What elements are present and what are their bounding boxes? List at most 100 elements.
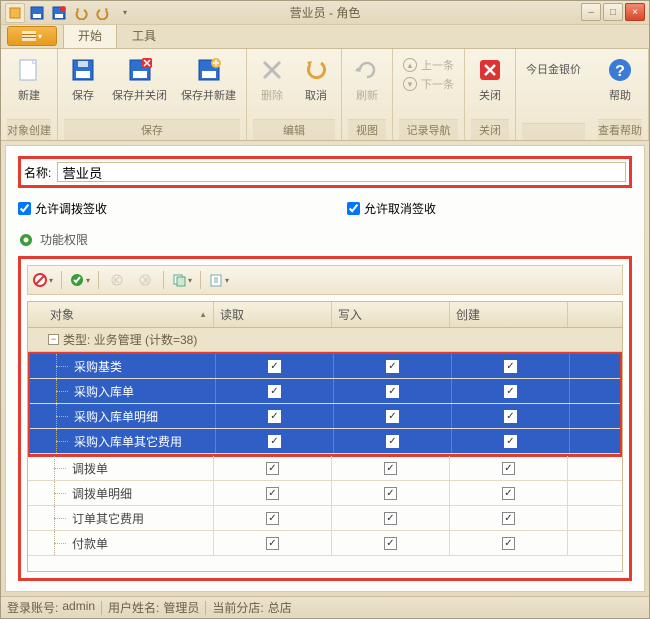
cell-checkbox[interactable]: ✓ — [216, 354, 334, 378]
maximize-button[interactable]: □ — [603, 3, 623, 21]
cancel-button[interactable]: 取消 — [297, 53, 335, 105]
close-button[interactable]: × — [625, 3, 645, 21]
ribbon-group-nav: ▲ 上一条 ▼ 下一条 记录导航 — [393, 49, 465, 140]
tab-tools[interactable]: 工具 — [117, 22, 171, 48]
name-label: 名称: — [24, 164, 51, 181]
cell-checkbox[interactable]: ✓ — [214, 481, 332, 505]
app-window: ▾ 营业员 - 角色 – □ × ▾ 开始 工具 新建 对象创建 — [0, 0, 650, 619]
statusbar: 登录账号:admin 用户姓名:管理员 当前分店:总店 — [1, 596, 649, 618]
undo-icon — [301, 55, 331, 85]
cell-object: 采购入库单明细 — [30, 404, 216, 428]
close-icon — [475, 55, 505, 85]
cell-checkbox[interactable]: ✓ — [214, 506, 332, 530]
permission-toolbar — [27, 265, 623, 295]
cell-checkbox[interactable]: ✓ — [450, 481, 568, 505]
allow-cancel-checkbox[interactable]: 允许取消签收 — [347, 200, 436, 217]
cell-checkbox[interactable]: ✓ — [332, 506, 450, 530]
new-icon — [14, 55, 44, 85]
checkbox-icon: ✓ — [266, 487, 279, 500]
table-row[interactable]: 采购入库单其它费用 ✓ ✓ ✓ — [30, 429, 620, 454]
collapse-icon[interactable]: − — [48, 334, 59, 345]
goldprice-button[interactable]: 今日金银价 — [522, 53, 585, 79]
col-create[interactable]: 创建 — [450, 302, 568, 327]
refresh-button: 刷新 — [348, 53, 386, 105]
minimize-button[interactable]: – — [581, 3, 601, 21]
col-read[interactable]: 读取 — [214, 302, 332, 327]
save-close-icon — [125, 55, 155, 85]
permission-grid: 对象▲ 读取 写入 创建 − 类型: 业务管理 (计数=38) 采购基类✓✓✓采… — [27, 301, 623, 572]
close-record-button[interactable]: 关闭 — [471, 53, 509, 105]
cell-checkbox[interactable]: ✓ — [216, 379, 334, 403]
cell-checkbox[interactable]: ✓ — [452, 379, 570, 403]
group-row[interactable]: − 类型: 业务管理 (计数=38) — [28, 328, 622, 352]
nav-first-button — [105, 269, 129, 291]
cell-checkbox[interactable]: ✓ — [334, 429, 452, 453]
ribbon-tabs: ▾ 开始 工具 — [1, 25, 649, 49]
sort-icon: ▲ — [199, 310, 207, 319]
ribbon-group-save: 保存 保存并关闭 保存并新建 保存 — [58, 49, 247, 140]
checkbox-icon: ✓ — [502, 462, 515, 475]
group-label-help: 查看帮助 — [598, 119, 642, 140]
save-button[interactable]: 保存 — [64, 53, 102, 105]
col-object[interactable]: 对象▲ — [28, 302, 214, 327]
group-label-edit: 编辑 — [253, 119, 335, 140]
checkbox-icon: ✓ — [386, 435, 399, 448]
checkbox-icon: ✓ — [502, 537, 515, 550]
delete-icon — [257, 55, 287, 85]
table-row[interactable]: 采购入库单✓✓✓ — [30, 379, 620, 404]
table-row[interactable]: 采购基类✓✓✓ — [30, 354, 620, 379]
cell-checkbox[interactable]: ✓ — [216, 404, 334, 428]
content-area: 名称: 允许调拨签收 允许取消签收 功能权限 — [5, 145, 645, 592]
cell-checkbox[interactable]: ✓ — [216, 429, 334, 453]
checkbox-icon: ✓ — [268, 385, 281, 398]
cell-checkbox[interactable]: ✓ — [450, 531, 568, 555]
svg-text:?: ? — [615, 63, 625, 80]
checkbox-icon: ✓ — [268, 435, 281, 448]
cell-checkbox[interactable]: ✓ — [214, 456, 332, 480]
cell-checkbox[interactable]: ✓ — [334, 379, 452, 403]
grid-body[interactable]: 采购基类✓✓✓采购入库单✓✓✓采购入库单明细✓✓✓采购入库单其它费用✓✓✓调拨单… — [28, 352, 622, 571]
table-row[interactable]: 调拨单✓✓✓ — [28, 456, 622, 481]
allow-all-button[interactable] — [68, 269, 92, 291]
new-button[interactable]: 新建 — [10, 53, 48, 105]
cell-checkbox[interactable]: ✓ — [450, 456, 568, 480]
checkbox-icon: ✓ — [502, 512, 515, 525]
app-menu-button[interactable]: ▾ — [7, 26, 57, 46]
help-button[interactable]: ? 帮助 — [601, 53, 639, 105]
cell-checkbox[interactable]: ✓ — [332, 481, 450, 505]
window-title: 营业员 - 角色 — [1, 4, 649, 21]
deny-all-button[interactable] — [31, 269, 55, 291]
checkbox-icon: ✓ — [268, 410, 281, 423]
cell-checkbox[interactable]: ✓ — [452, 429, 570, 453]
table-row[interactable]: 付款单✓✓✓ — [28, 531, 622, 556]
save-close-button[interactable]: 保存并关闭 — [108, 53, 171, 105]
table-row[interactable]: 订单其它费用✓✓✓ — [28, 506, 622, 531]
name-input[interactable] — [57, 162, 626, 182]
cell-checkbox[interactable]: ✓ — [334, 354, 452, 378]
col-write[interactable]: 写入 — [332, 302, 450, 327]
titlebar: ▾ 营业员 - 角色 – □ × — [1, 1, 649, 25]
cell-object: 采购基类 — [30, 354, 216, 378]
ribbon-group-gold: 今日金银价 — [516, 49, 591, 140]
save-new-button[interactable]: 保存并新建 — [177, 53, 240, 105]
copy-button[interactable] — [170, 269, 194, 291]
cell-checkbox[interactable]: ✓ — [334, 404, 452, 428]
grid-header: 对象▲ 读取 写入 创建 — [28, 302, 622, 328]
cell-checkbox[interactable]: ✓ — [450, 506, 568, 530]
checkbox-icon: ✓ — [384, 512, 397, 525]
cell-checkbox[interactable]: ✓ — [452, 354, 570, 378]
checkbox-icon: ✓ — [266, 462, 279, 475]
status-branch-label: 当前分店: — [212, 599, 263, 616]
tab-start[interactable]: 开始 — [63, 22, 117, 48]
export-button[interactable] — [207, 269, 231, 291]
cell-checkbox[interactable]: ✓ — [332, 531, 450, 555]
allow-transfer-checkbox[interactable]: 允许调拨签收 — [18, 200, 107, 217]
cell-object: 采购入库单其它费用 — [30, 429, 216, 453]
refresh-icon — [352, 55, 382, 85]
table-row[interactable]: 调拨单明细✓✓✓ — [28, 481, 622, 506]
cell-checkbox[interactable]: ✓ — [332, 456, 450, 480]
table-row[interactable]: 采购入库单明细✓✓✓ — [30, 404, 620, 429]
cell-checkbox[interactable]: ✓ — [214, 531, 332, 555]
checkbox-icon: ✓ — [268, 360, 281, 373]
cell-checkbox[interactable]: ✓ — [452, 404, 570, 428]
